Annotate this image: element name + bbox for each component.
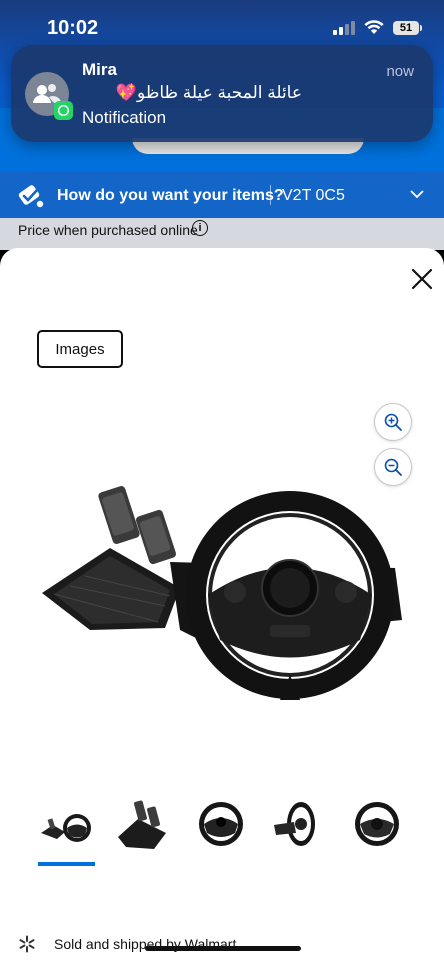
delivery-divider (270, 185, 271, 205)
info-icon[interactable]: i (192, 220, 208, 236)
delivery-question: How do you want your items? (57, 187, 284, 204)
battery-icon: 51 (393, 20, 422, 35)
delivery-postal-code: V2T 0C5 (282, 187, 345, 204)
notification-sender: Mira (82, 60, 117, 79)
notification-banner[interactable]: Mira now عائلة المحبة عيلة ظاظو💖 Notific… (11, 45, 433, 142)
thumbnail-wheel-and-pedals[interactable] (37, 795, 95, 853)
delivery-truck-icon (18, 185, 44, 208)
zoom-in-icon (384, 413, 402, 431)
chevron-down-icon (410, 190, 424, 199)
wifi-icon (364, 20, 384, 34)
battery-cap (420, 24, 422, 31)
thumbnail-selected-indicator (38, 862, 95, 866)
battery-level: 51 (393, 20, 419, 35)
price-note-text: Price when purchased online (18, 222, 198, 238)
close-icon[interactable] (408, 265, 436, 293)
notification-subtitle: Notification (82, 108, 167, 127)
whatsapp-icon (54, 101, 73, 120)
product-image-racing-wheel[interactable] (30, 470, 415, 710)
zoom-in-button[interactable] (374, 403, 412, 441)
thumbnail-wheel-side[interactable] (270, 795, 328, 853)
walmart-spark-icon (19, 935, 35, 953)
delivery-selector[interactable]: How do you want your items? V2T 0C5 (0, 172, 444, 218)
status-time: 10:02 (47, 17, 99, 39)
thumbnail-wheel-front[interactable] (192, 795, 250, 853)
thumbnail-wheel-back[interactable] (348, 795, 406, 853)
status-icons: 51 (333, 20, 422, 35)
price-note-bar: Price when purchased online i (0, 218, 444, 250)
cellular-signal-icon (333, 20, 355, 35)
thumbnail-strip (0, 795, 444, 855)
home-indicator[interactable] (145, 946, 301, 951)
images-tab-button[interactable]: Images (37, 330, 123, 368)
notification-time: now (386, 63, 414, 80)
status-bar: 10:02 51 (0, 0, 444, 48)
thumbnail-pedals[interactable] (114, 795, 172, 853)
notification-message: عائلة المحبة عيلة ظاظو💖 (115, 83, 302, 102)
